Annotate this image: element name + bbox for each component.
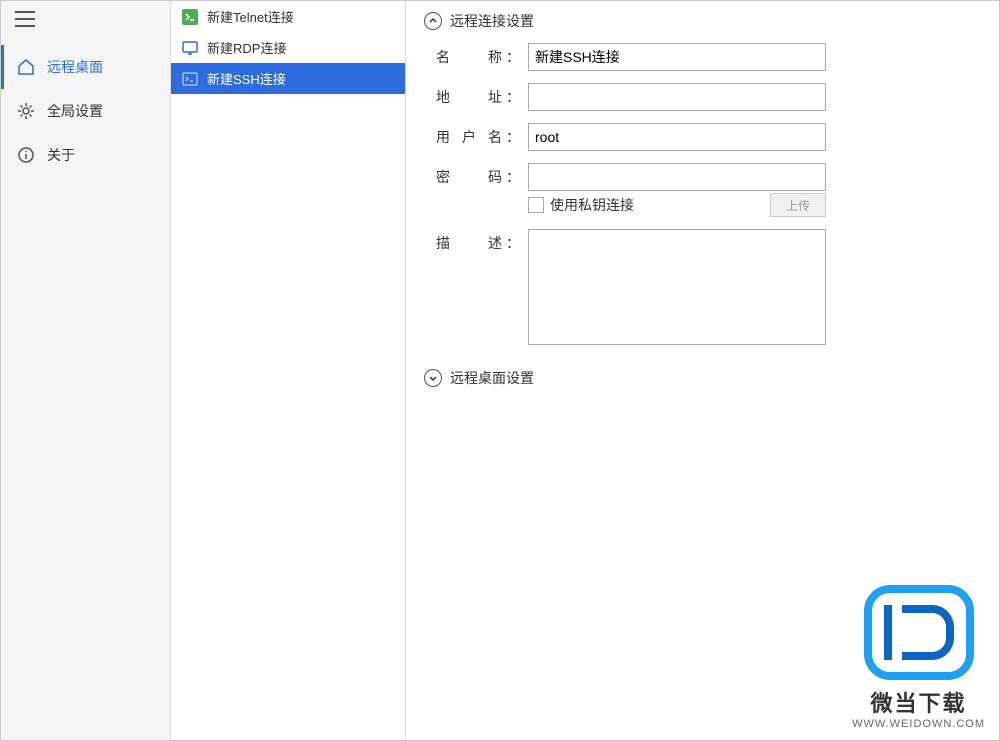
- name-label: 名 称: [436, 43, 506, 67]
- password-label: 密 码: [436, 163, 506, 187]
- name-input[interactable]: [528, 43, 826, 71]
- menu-toggle-button[interactable]: [1, 1, 170, 37]
- section-title: 远程桌面设置: [450, 368, 534, 388]
- connection-item-label: 新建Telnet连接: [207, 7, 294, 26]
- address-label: 地 址: [436, 83, 506, 107]
- monitor-icon: [181, 39, 199, 57]
- connection-list: 新建Telnet连接 新建RDP连接 新建SSH连接: [171, 1, 406, 740]
- section-remote-connection-header[interactable]: 远程连接设置: [424, 11, 981, 31]
- form-section: 名 称： 地 址： 用户名： 密 码： 使用私钥连接 上传: [424, 43, 981, 348]
- gear-icon: [17, 102, 35, 120]
- telnet-icon: [181, 8, 199, 26]
- app-window: 远程桌面 全局设置 关于 新建Telnet连接: [0, 0, 1000, 741]
- watermark-logo-icon: [864, 585, 974, 680]
- username-label: 用户名: [436, 123, 506, 147]
- detail-panel: 远程连接设置 名 称： 地 址： 用户名： 密 码：: [406, 1, 999, 740]
- watermark-title: 微当下载: [852, 686, 985, 718]
- upload-button[interactable]: 上传: [770, 193, 826, 217]
- section-remote-desktop-header[interactable]: 远程桌面设置: [424, 368, 981, 388]
- home-icon: [17, 58, 35, 76]
- connection-item-label: 新建SSH连接: [207, 69, 286, 88]
- connection-item-label: 新建RDP连接: [207, 38, 286, 57]
- section-title: 远程连接设置: [450, 11, 534, 31]
- password-input[interactable]: [528, 163, 826, 191]
- sidebar-item-label: 关于: [47, 145, 75, 165]
- connection-item-rdp[interactable]: 新建RDP连接: [171, 32, 405, 63]
- sidebar-item-global-settings[interactable]: 全局设置: [1, 89, 170, 133]
- chevron-down-icon: [424, 369, 442, 387]
- address-input[interactable]: [528, 83, 826, 111]
- nav-list: 远程桌面 全局设置 关于: [1, 45, 170, 177]
- description-input[interactable]: [528, 229, 826, 345]
- use-private-key-label: 使用私钥连接: [550, 195, 634, 215]
- sidebar-item-remote-desktop[interactable]: 远程桌面: [1, 45, 170, 89]
- sidebar-item-about[interactable]: 关于: [1, 133, 170, 177]
- sidebar-item-label: 远程桌面: [47, 57, 103, 77]
- sidebar: 远程桌面 全局设置 关于: [1, 1, 171, 740]
- connection-item-telnet[interactable]: 新建Telnet连接: [171, 1, 405, 32]
- sidebar-item-label: 全局设置: [47, 101, 103, 121]
- watermark: 微当下载 WWW.WEIDOWN.COM: [852, 585, 985, 730]
- watermark-url: WWW.WEIDOWN.COM: [852, 718, 985, 730]
- use-private-key-checkbox[interactable]: [528, 197, 544, 213]
- connection-item-ssh[interactable]: 新建SSH连接: [171, 63, 405, 94]
- hamburger-icon: [15, 11, 35, 27]
- terminal-icon: [181, 70, 199, 88]
- info-icon: [17, 146, 35, 164]
- chevron-up-icon: [424, 12, 442, 30]
- description-label: 描 述: [436, 229, 506, 253]
- username-input[interactable]: [528, 123, 826, 151]
